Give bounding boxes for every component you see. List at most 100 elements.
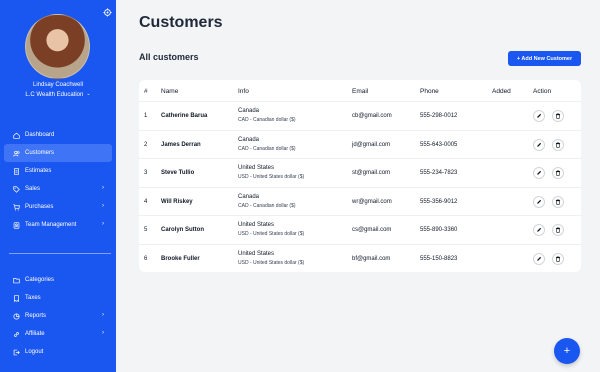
sidebar-item-label: Estimates (25, 168, 52, 174)
page-title: Customers (139, 14, 223, 31)
customer-name[interactable]: James Derran (161, 142, 201, 148)
cart-icon (13, 203, 20, 211)
edit-button[interactable] (533, 138, 545, 151)
row-number: 2 (144, 141, 148, 148)
edit-button[interactable] (533, 224, 545, 236)
sidebar-item-dashboard[interactable]: Dashboard (4, 126, 112, 144)
customer-country: Canada (238, 193, 260, 200)
receipt-icon (13, 294, 20, 302)
edit-button[interactable] (533, 167, 545, 179)
sidebar-item-sales[interactable]: Sales › (4, 180, 112, 198)
customer-phone: 555-643-0005 (420, 141, 458, 148)
chevron-right-icon: › (102, 185, 104, 191)
sidebar-item-estimates[interactable]: Estimates (4, 162, 112, 180)
edit-button[interactable] (533, 110, 545, 122)
company-switcher[interactable]: L.C Wealth Education ⌄ (0, 91, 116, 98)
document-icon (13, 167, 20, 175)
nav-top: Dashboard Customers Estimates Sales › Purchas… (4, 126, 112, 234)
sidebar-item-label: Purchases (25, 204, 54, 210)
sidebar-item-affiliate[interactable]: Affiliate › (4, 325, 112, 343)
customer-country: United States (238, 250, 275, 257)
table-row[interactable]: 5 Carolyn Sutton United States USD - United… (139, 215, 581, 243)
customer-currency: CAD - Canadian dollar ($) (238, 202, 296, 209)
table-row[interactable]: 2 James Derran Canada CAD - Canadian dollar… (139, 129, 581, 158)
sidebar-item-label: Taxes (25, 295, 41, 301)
customer-name[interactable]: Catherine Barua (161, 113, 207, 119)
settings-gear-icon[interactable] (103, 4, 112, 17)
table-row[interactable]: 1 Catherine Barua Canada CAD - Canadian dol… (139, 101, 581, 129)
chevron-down-icon: ⌄ (86, 91, 91, 97)
sidebar-item-categories[interactable]: Categories (4, 271, 112, 289)
chevron-right-icon: › (102, 330, 104, 336)
trash-icon (555, 141, 561, 148)
sidebar-item-reports[interactable]: Reports › (4, 307, 112, 325)
delete-button[interactable] (552, 138, 564, 151)
customer-currency: CAD - Canadian dollar ($) (238, 145, 296, 152)
customer-currency: USD - United States dollar ($) (238, 259, 305, 266)
floating-add-button[interactable]: + (554, 338, 580, 364)
customer-name[interactable]: Brooke Fuller (161, 256, 200, 262)
sidebar-item-logout[interactable]: Logout (4, 343, 112, 361)
chart-icon (13, 312, 20, 320)
trash-icon (555, 227, 561, 233)
customer-currency: CAD - Canadian dollar ($) (238, 117, 296, 123)
users-icon (13, 150, 20, 157)
trash-icon (555, 170, 561, 176)
user-name: Lindsay Coachwell (32, 82, 84, 88)
row-number: 5 (144, 227, 148, 233)
table-row[interactable]: 3 Steve Tullio United States USD - United S… (139, 158, 581, 186)
delete-button[interactable] (552, 110, 564, 122)
customer-name[interactable]: Carolyn Sutton (161, 227, 204, 233)
section-title: All customers (139, 52, 199, 62)
table-row[interactable]: 6 Brooke Fuller United States USD - United … (139, 243, 581, 272)
sidebar-item-label: Sales (25, 186, 41, 192)
customer-email: jd@gmail.com (352, 141, 391, 148)
delete-button[interactable] (552, 224, 564, 236)
nav-bottom: Categories Taxes Reports › Affiliate › Logout (4, 271, 112, 361)
logout-icon (13, 349, 20, 356)
customer-email: cb@gmail.com (352, 113, 392, 119)
sidebar-item-label: Categories (25, 277, 55, 283)
customer-country: United States (238, 222, 275, 228)
customer-email: bf@gmail.com (352, 255, 391, 262)
customer-name[interactable]: Steve Tullio (161, 170, 194, 176)
chevron-right-icon: › (102, 221, 104, 227)
row-number: 6 (144, 255, 148, 262)
customer-country: Canada (238, 136, 260, 143)
sidebar-item-taxes[interactable]: Taxes (4, 289, 112, 307)
customer-phone: 555-234-7823 (420, 170, 458, 176)
customer-country: Canada (238, 108, 260, 114)
delete-button[interactable] (552, 195, 564, 208)
sidebar-item-customers[interactable]: Customers (4, 144, 112, 162)
column-header-name: Name (161, 88, 179, 95)
folder-icon (13, 277, 20, 284)
avatar[interactable] (25, 14, 90, 79)
pencil-icon (536, 170, 542, 176)
delete-button[interactable] (552, 167, 564, 179)
customer-phone: 555-356-9012 (420, 198, 458, 205)
add-customer-button[interactable]: + Add New Customer (508, 51, 581, 66)
customer-email: cs@gmail.com (352, 227, 392, 233)
chevron-right-icon: › (102, 203, 104, 209)
delete-button[interactable] (552, 252, 564, 265)
pencil-icon (536, 142, 542, 148)
team-icon (13, 221, 20, 229)
row-number: 3 (144, 170, 148, 176)
sidebar-item-label: Dashboard (25, 132, 55, 138)
customer-phone: 555-890-3360 (420, 227, 458, 233)
column-header-email: Email (352, 88, 369, 95)
customer-email: wr@gmail.com (352, 198, 392, 205)
chevron-right-icon: › (102, 312, 104, 318)
sidebar-item-label: Reports (25, 313, 47, 319)
customer-name[interactable]: Will Riskey (161, 199, 193, 205)
sidebar-item-team-management[interactable]: Team Management › (4, 216, 112, 234)
column-header-number: # (144, 88, 148, 95)
edit-button[interactable] (533, 252, 545, 265)
home-icon (13, 132, 20, 139)
tag-icon (13, 185, 20, 193)
pencil-icon (536, 199, 542, 205)
link-icon (13, 331, 20, 338)
edit-button[interactable] (533, 195, 545, 208)
sidebar-item-purchases[interactable]: Purchases › (4, 198, 112, 216)
table-row[interactable]: 4 Will Riskey Canada CAD - Canadian dollar … (139, 186, 581, 215)
